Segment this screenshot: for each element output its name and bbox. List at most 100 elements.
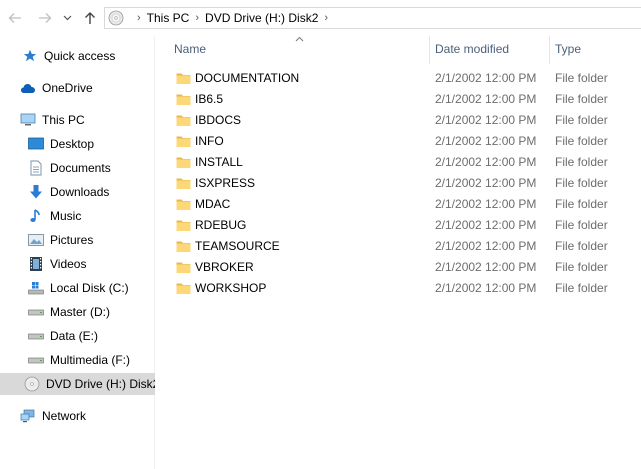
- file-date-modified: 2/1/2002 12:00 PM: [435, 113, 537, 127]
- file-type: File folder: [555, 176, 608, 190]
- dvd-drive-icon: [107, 9, 125, 27]
- nav-dvd-drive-h[interactable]: DVD Drive (H:) Disk2: [0, 373, 155, 395]
- nav-downloads[interactable]: Downloads: [28, 181, 109, 203]
- table-row[interactable]: INFO 2/1/2002 12:00 PM File folder: [155, 131, 641, 152]
- nav-desktop[interactable]: Desktop: [28, 133, 94, 155]
- nav-videos[interactable]: Videos: [28, 253, 86, 275]
- forward-button[interactable]: [36, 9, 54, 27]
- back-button[interactable]: [6, 9, 24, 27]
- file-date-modified: 2/1/2002 12:00 PM: [435, 71, 537, 85]
- breadcrumb-separator-icon[interactable]: ›: [324, 12, 328, 24]
- nav-label: This PC: [42, 113, 85, 127]
- back-arrow-icon: [8, 13, 21, 23]
- nav-label: Downloads: [50, 185, 110, 199]
- file-name: INFO: [195, 134, 224, 148]
- table-row[interactable]: IB6.5 2/1/2002 12:00 PM File folder: [155, 89, 641, 110]
- computer-icon: [20, 112, 36, 128]
- hard-drive-icon: [28, 352, 44, 368]
- file-date-modified: 2/1/2002 12:00 PM: [435, 260, 537, 274]
- breadcrumb-dvd-drive[interactable]: DVD Drive (H:) Disk2: [205, 11, 318, 25]
- table-row[interactable]: IBDOCS 2/1/2002 12:00 PM File folder: [155, 110, 641, 131]
- file-type: File folder: [555, 281, 608, 295]
- file-date-modified: 2/1/2002 12:00 PM: [435, 218, 537, 232]
- nav-onedrive[interactable]: OneDrive: [20, 77, 93, 99]
- file-date-modified: 2/1/2002 12:00 PM: [435, 281, 537, 295]
- address-toolbar: › This PC › DVD Drive (H:) Disk2 ›: [0, 0, 641, 36]
- file-type: File folder: [555, 239, 608, 253]
- column-date-header[interactable]: Date modified: [435, 42, 509, 56]
- download-arrow-icon: [28, 184, 44, 200]
- folder-icon: [176, 176, 191, 190]
- network-icon: [20, 408, 36, 424]
- nav-local-disk-c[interactable]: Local Disk (C:): [28, 277, 129, 299]
- folder-icon: [176, 218, 191, 232]
- hard-drive-icon: [28, 328, 44, 344]
- file-date-modified: 2/1/2002 12:00 PM: [435, 155, 537, 169]
- file-date-modified: 2/1/2002 12:00 PM: [435, 134, 537, 148]
- file-type: File folder: [555, 113, 608, 127]
- file-name: VBROKER: [195, 260, 254, 274]
- column-header: Name Date modified Type: [155, 36, 641, 64]
- nav-quick-access[interactable]: Quick access: [22, 45, 115, 67]
- table-row[interactable]: RDEBUG 2/1/2002 12:00 PM File folder: [155, 215, 641, 236]
- nav-multimedia-f[interactable]: Multimedia (F:): [28, 349, 130, 371]
- file-date-modified: 2/1/2002 12:00 PM: [435, 239, 537, 253]
- nav-label: Pictures: [50, 233, 94, 247]
- nav-network[interactable]: Network: [20, 405, 86, 427]
- file-name: IB6.5: [195, 92, 224, 106]
- file-name: INSTALL: [195, 155, 243, 169]
- desktop-icon: [28, 136, 44, 152]
- table-row[interactable]: MDAC 2/1/2002 12:00 PM File folder: [155, 194, 641, 215]
- table-row[interactable]: ISXPRESS 2/1/2002 12:00 PM File folder: [155, 173, 641, 194]
- nav-label: Desktop: [50, 137, 95, 151]
- column-type-header[interactable]: Type: [555, 42, 581, 56]
- windows-drive-icon: [28, 280, 44, 296]
- nav-documents[interactable]: Documents: [28, 157, 111, 179]
- table-row[interactable]: WORKSHOP 2/1/2002 12:00 PM File folder: [155, 278, 641, 299]
- file-name: MDAC: [195, 197, 231, 211]
- folder-icon: [176, 92, 191, 106]
- table-row[interactable]: DOCUMENTATION 2/1/2002 12:00 PM File folde…: [155, 68, 641, 89]
- recent-locations-button[interactable]: [60, 9, 74, 27]
- nav-label: Documents: [50, 161, 111, 175]
- nav-label: Local Disk (C:): [50, 281, 129, 295]
- file-type: File folder: [555, 71, 608, 85]
- nav-music[interactable]: Music: [28, 205, 81, 227]
- up-button[interactable]: [81, 9, 99, 27]
- breadcrumb-this-pc[interactable]: This PC: [147, 11, 190, 25]
- address-bar[interactable]: › This PC › DVD Drive (H:) Disk2 ›: [104, 7, 641, 29]
- column-name-header[interactable]: Name: [174, 42, 206, 56]
- breadcrumb-separator-icon[interactable]: ›: [195, 12, 199, 24]
- navigation-pane: Quick access OneDrive This PC Desktop Do…: [0, 36, 155, 469]
- file-type: File folder: [555, 92, 608, 106]
- folder-icon: [176, 239, 191, 253]
- table-row[interactable]: TEAMSOURCE 2/1/2002 12:00 PM File folder: [155, 236, 641, 257]
- nav-label: Multimedia (F:): [50, 353, 131, 367]
- nav-pictures[interactable]: Pictures: [28, 229, 93, 251]
- breadcrumb-separator-icon[interactable]: ›: [137, 12, 141, 24]
- nav-label: Quick access: [44, 49, 116, 63]
- document-icon: [28, 160, 44, 176]
- chevron-down-icon: [63, 15, 71, 21]
- file-date-modified: 2/1/2002 12:00 PM: [435, 197, 537, 211]
- column-divider[interactable]: [549, 36, 550, 64]
- file-name: WORKSHOP: [195, 281, 267, 295]
- folder-icon: [176, 113, 191, 127]
- table-row[interactable]: INSTALL 2/1/2002 12:00 PM File folder: [155, 152, 641, 173]
- column-divider[interactable]: [429, 36, 430, 64]
- nav-this-pc[interactable]: This PC: [20, 109, 85, 131]
- file-type: File folder: [555, 197, 608, 211]
- film-strip-icon: [28, 256, 44, 272]
- folder-icon: [176, 71, 191, 85]
- folder-icon: [176, 197, 191, 211]
- nav-label: Data (E:): [50, 329, 99, 343]
- nav-master-d[interactable]: Master (D:): [28, 301, 110, 323]
- table-row[interactable]: VBROKER 2/1/2002 12:00 PM File folder: [155, 257, 641, 278]
- nav-label: Videos: [50, 257, 87, 271]
- nav-label: OneDrive: [42, 81, 93, 95]
- nav-label: Master (D:): [50, 305, 110, 319]
- nav-data-e[interactable]: Data (E:): [28, 325, 98, 347]
- folder-icon: [176, 281, 191, 295]
- file-name: DOCUMENTATION: [195, 71, 300, 85]
- folder-icon: [176, 155, 191, 169]
